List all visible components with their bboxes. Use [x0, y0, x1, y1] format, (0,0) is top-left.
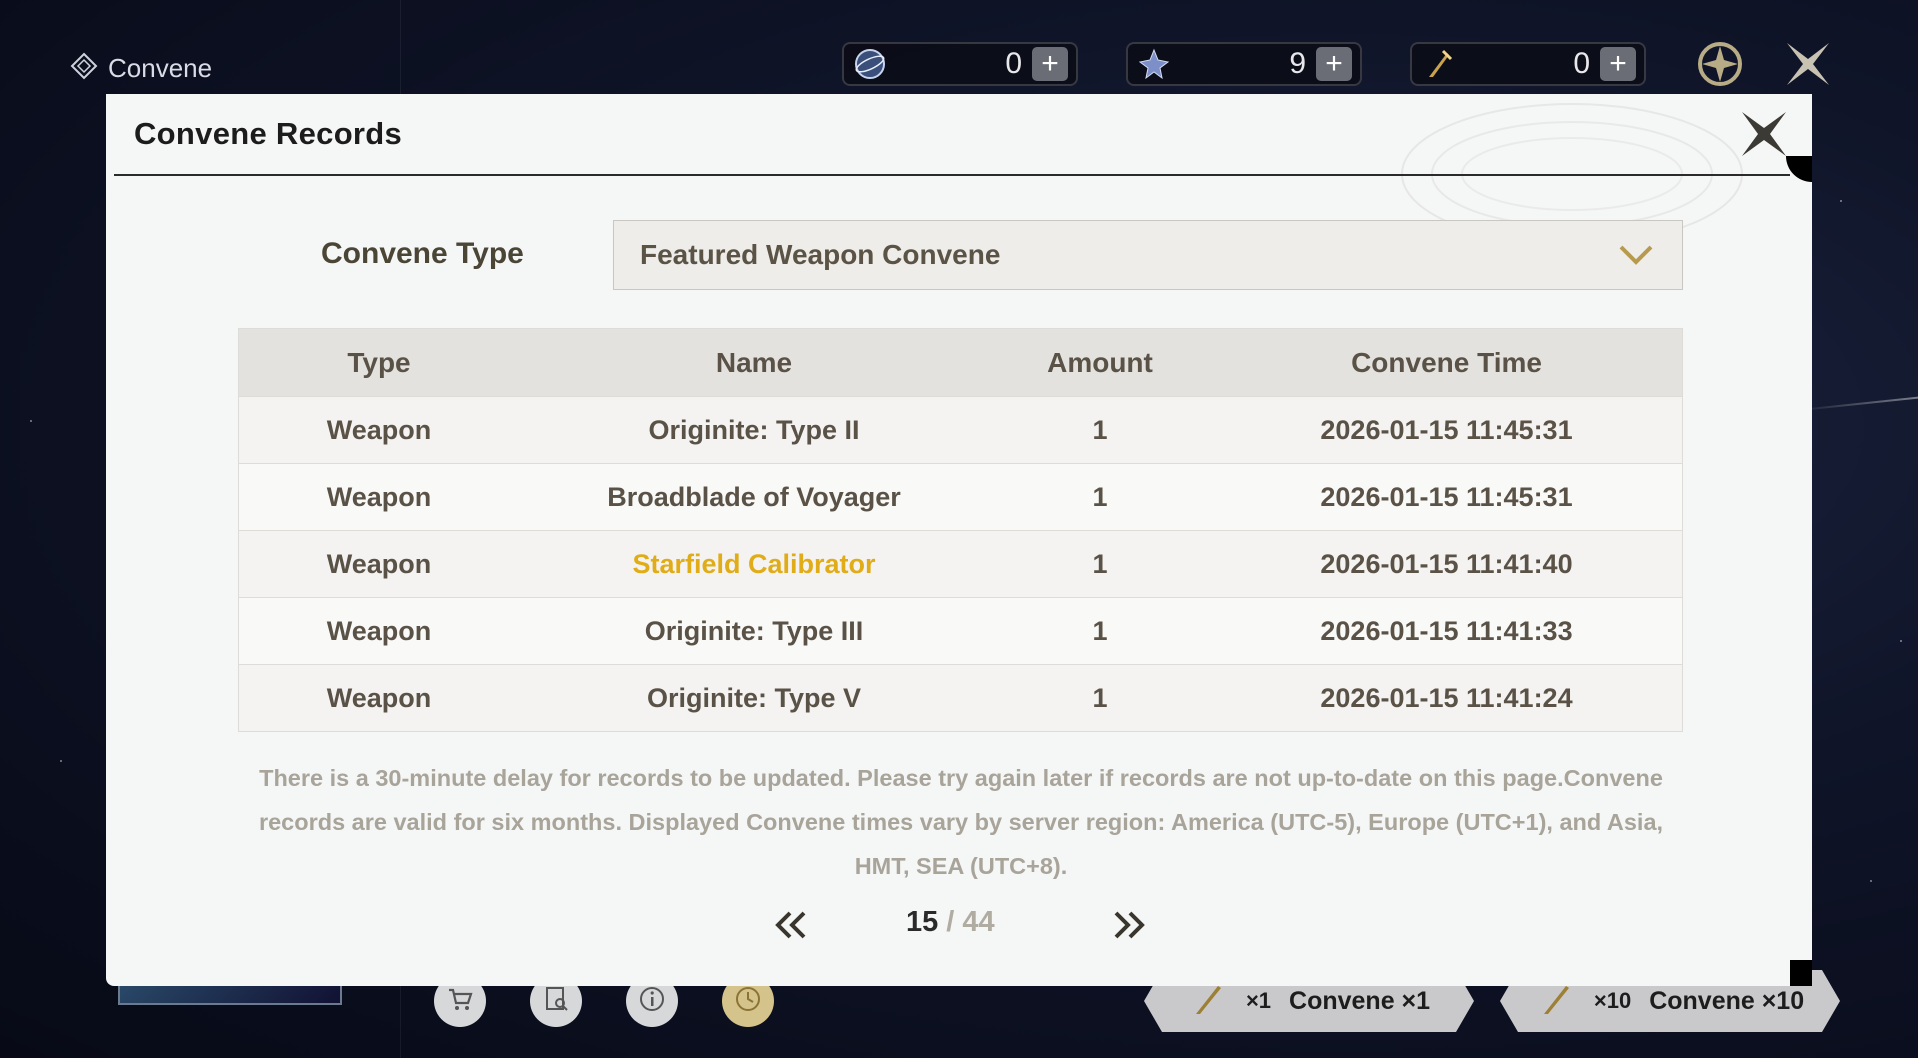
clock-icon [734, 985, 762, 1018]
page-title: Convene [70, 52, 212, 85]
forging-tide-icon [1420, 46, 1456, 82]
record-type: Weapon [326, 615, 432, 646]
dialog-title: Convene Records [134, 116, 403, 151]
page-title-label: Convene [108, 53, 213, 83]
convene-type-label: Convene Type [321, 237, 524, 270]
currency-forging-tide: 0 + [1410, 42, 1646, 86]
record-time: 2026-01-15 11:45:31 [1320, 481, 1573, 512]
cart-icon [446, 985, 474, 1018]
convene-x10-label: Convene ×10 [1649, 986, 1805, 1015]
column-header-time: Convene Time [1351, 346, 1542, 378]
currency-astrite-value: 0 [1005, 47, 1022, 80]
header-divider [114, 174, 1790, 176]
add-forging-tide-button[interactable]: + [1600, 47, 1636, 81]
chevron-down-icon [1616, 235, 1656, 275]
next-page-button[interactable] [1104, 906, 1152, 948]
records-notice: There is a 30-minute delay for records t… [258, 765, 1664, 879]
convene-x10-cost: ×10 [1593, 988, 1632, 1013]
record-time: 2026-01-15 11:41:40 [1320, 548, 1573, 579]
record-time: 2026-01-15 11:45:31 [1320, 414, 1573, 445]
convene-x1-cost: ×1 [1245, 988, 1272, 1013]
column-header-name: Name [715, 346, 793, 378]
record-time: 2026-01-15 11:41:33 [1320, 615, 1573, 646]
previous-page-button[interactable] [768, 906, 816, 948]
convene-type-select[interactable]: Featured Weapon Convene [613, 220, 1683, 290]
record-type: Weapon [326, 481, 432, 512]
record-amount: 1 [1092, 548, 1108, 579]
currency-lustrous-tide-value: 9 [1289, 47, 1306, 80]
record-name: Originite: Type V [646, 682, 862, 713]
record-name: Originite: Type II [648, 414, 860, 445]
total-pages: 44 [962, 906, 995, 938]
info-icon [638, 985, 666, 1018]
page-indicator: 15 / 44 [906, 906, 1026, 939]
currency-lustrous-tide: 9 + [1126, 42, 1362, 86]
table-row: Weapon Starfield Calibrator 1 2026-01-15… [239, 530, 1682, 597]
table-row: Weapon Originite: Type II 1 2026-01-15 1… [239, 396, 1682, 463]
close-button[interactable] [1734, 106, 1794, 166]
table-row: Weapon Broadblade of Voyager 1 2026-01-1… [239, 463, 1682, 530]
astrite-icon [852, 46, 888, 82]
double-chevron-right-icon [1110, 910, 1146, 945]
record-time: 2026-01-15 11:41:24 [1320, 682, 1573, 713]
record-name-highlighted: Starfield Calibrator [632, 548, 876, 579]
record-amount: 1 [1092, 682, 1108, 713]
close-icon [1740, 110, 1788, 163]
record-type: Weapon [326, 682, 432, 713]
pagination: 15 / 44 [106, 898, 1812, 958]
column-header-amount: Amount [1047, 346, 1153, 378]
table-row: Weapon Originite: Type III 1 2026-01-15 … [239, 597, 1682, 664]
table-header: Type Name Amount Convene Time [239, 329, 1682, 396]
corner-notch [1786, 156, 1812, 182]
page-separator: / [946, 906, 955, 938]
currency-forging-tide-value: 0 [1573, 47, 1590, 80]
add-lustrous-tide-button[interactable]: + [1316, 47, 1352, 81]
double-chevron-left-icon [774, 910, 810, 945]
convene-type-value: Featured Weapon Convene [640, 239, 1001, 270]
table-row: Weapon Originite: Type V 1 2026-01-15 11… [239, 664, 1682, 731]
settings-icon[interactable] [1692, 36, 1748, 92]
record-amount: 1 [1092, 615, 1108, 646]
records-table: Type Name Amount Convene Time Weapon Ori… [238, 328, 1683, 732]
dialog-header: Convene Records [106, 94, 1812, 245]
exit-icon[interactable] [1780, 36, 1836, 92]
record-name: Originite: Type III [644, 615, 864, 646]
corner-notch [1790, 960, 1812, 986]
convene-records-dialog: Convene Records Convene Type Featured We… [106, 94, 1812, 986]
convene-logo-icon [70, 52, 98, 85]
currency-astrite: 0 + [842, 42, 1078, 86]
record-amount: 1 [1092, 414, 1108, 445]
record-name: Broadblade of Voyager [607, 481, 901, 512]
record-type: Weapon [326, 548, 432, 579]
column-header-type: Type [347, 346, 411, 378]
add-astrite-button[interactable]: + [1032, 47, 1068, 81]
current-page: 15 [906, 906, 939, 938]
record-type: Weapon [326, 414, 432, 445]
record-amount: 1 [1092, 481, 1108, 512]
document-search-icon [542, 985, 570, 1018]
lustrous-tide-icon [1136, 46, 1172, 82]
convene-x1-label: Convene ×1 [1289, 986, 1431, 1015]
